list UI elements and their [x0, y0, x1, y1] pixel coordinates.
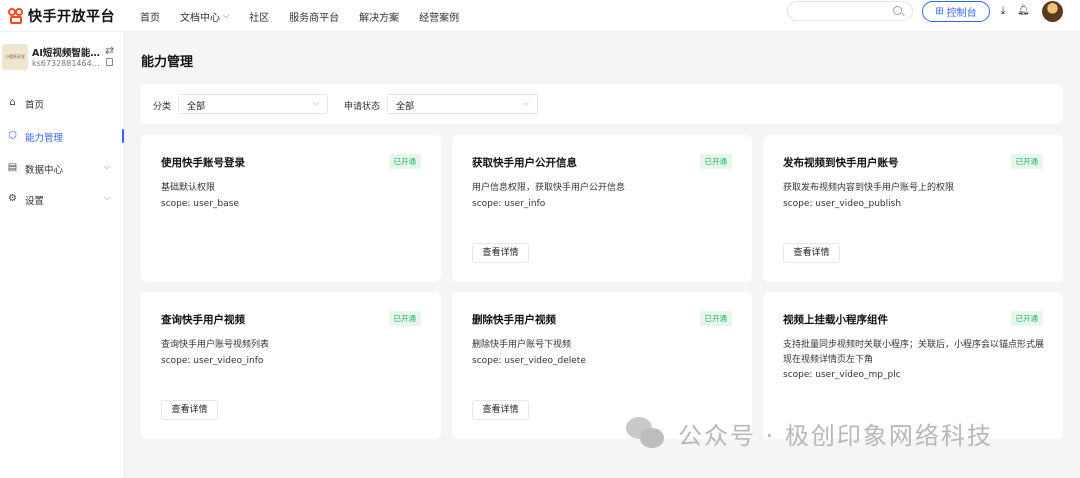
view-details-button[interactable]: 查看详情 — [161, 400, 218, 420]
nav-item-provider[interactable]: 服务商平台 — [289, 9, 339, 24]
swap-icon[interactable]: ⇄ — [105, 44, 114, 57]
sidebar-item-home[interactable]: ⌂ 首页 — [0, 92, 125, 114]
nav-item-docs[interactable]: 文档中心 ⌵ — [180, 9, 229, 24]
view-details-button[interactable]: 查看详情 — [472, 400, 529, 420]
card-description: 用户信息权限，获取快手用户公开信息 — [472, 183, 626, 193]
status-badge: 已开通 — [1010, 311, 1043, 326]
kuaishou-logo-icon — [8, 8, 24, 24]
page-title: 能力管理 — [141, 55, 194, 70]
app-thumbnail: 小程序开发 — [2, 44, 28, 70]
filter-bar: 分类 全部 ⌵ 申请状态 全部 ⌵ — [141, 84, 1063, 124]
home-icon: ⌂ — [9, 97, 16, 108]
capability-card: 查询快手用户视频 已开通 查询快手用户账号视频列表 scope: user_vi… — [141, 292, 441, 439]
nav-item-community[interactable]: 社区 — [249, 9, 269, 24]
card-description: 基础默认权限 — [161, 183, 216, 193]
category-label: 分类 — [153, 102, 172, 112]
chevron-down-icon: ⌵ — [104, 193, 111, 202]
grid-icon: ⊞ — [935, 6, 944, 17]
category-select[interactable]: 全部 ⌵ — [178, 94, 328, 114]
capability-card: 使用快手账号登录 已开通 基础默认权限 scope: user_base — [141, 135, 441, 282]
sidebar-item-data-center[interactable]: ▤ 数据中心 ⌵ — [0, 157, 125, 179]
nav-item-home[interactable]: 首页 — [140, 9, 160, 24]
sidebar-item-capability[interactable]: ⬡ 能力管理 — [0, 125, 125, 147]
logo-text: 快手开放平台 — [28, 9, 115, 25]
card-title: 使用快手账号登录 — [161, 157, 245, 169]
nav-item-solutions[interactable]: 解决方案 — [359, 9, 399, 24]
watermark: 公众号 · 极创印象网络科技 — [626, 416, 993, 451]
status-label: 申请状态 — [344, 102, 381, 112]
status-badge: 已开通 — [699, 154, 732, 169]
card-description: 查询快手用户账号视频列表 — [161, 340, 270, 350]
app-id: ks6732881464599… — [32, 59, 104, 68]
view-details-button[interactable]: 查看详情 — [783, 243, 840, 263]
avatar[interactable] — [1042, 1, 1063, 22]
chevron-down-icon: ⌵ — [223, 11, 230, 20]
console-button[interactable]: ⊞ 控制台 — [922, 1, 990, 22]
view-details-button[interactable]: 查看详情 — [472, 243, 529, 263]
wechat-icon — [626, 416, 668, 451]
nav-item-cases[interactable]: 经营案例 — [419, 9, 459, 24]
sidebar: 小程序开发 AI短视频智能… ks6732881464599… ⇄ ⌂ 首页 ⬡… — [0, 32, 125, 478]
card-title: 查询快手用户视频 — [161, 314, 245, 326]
card-scope: scope: user_base — [161, 199, 239, 209]
main-nav: 首页 文档中心 ⌵ 社区 服务商平台 解决方案 经营案例 — [140, 0, 479, 32]
search-input[interactable] — [787, 1, 913, 21]
card-description: 获取发布视频内容到快手用户账号上的权限 — [783, 183, 955, 193]
gear-icon: ⚙ — [8, 193, 17, 204]
top-navbar: 快手开放平台 首页 文档中心 ⌵ 社区 服务商平台 解决方案 经营案例 ⊞ 控制台… — [0, 0, 1080, 32]
card-title: 发布视频到快手用户账号 — [783, 157, 899, 169]
chevron-down-icon: ⌵ — [104, 162, 111, 171]
capability-card: 发布视频到快手用户账号 已开通 获取发布视频内容到快手用户账号上的权限 scop… — [763, 135, 1063, 282]
chevron-down-icon: ⌵ — [522, 98, 529, 107]
card-scope: scope: user_info — [472, 199, 546, 209]
status-badge: 已开通 — [388, 311, 421, 326]
status-select[interactable]: 全部 ⌵ — [387, 94, 538, 114]
status-badge: 已开通 — [388, 154, 421, 169]
app-name: AI短视频智能… — [32, 48, 100, 59]
download-icon[interactable]: ⤓ — [998, 5, 1008, 17]
bell-icon[interactable]: 🔔︎ — [1017, 5, 1030, 17]
chevron-down-icon: ⌵ — [312, 98, 319, 107]
copy-icon[interactable] — [106, 58, 113, 66]
card-description: 支持批量同步视频时关联小程序；关联后，小程序会以锚点形式展现在视频详情页左下角 — [783, 340, 1045, 365]
card-title: 获取快手用户公开信息 — [472, 157, 577, 169]
card-description: 删除快手用户账号下视频 — [472, 340, 572, 350]
status-badge: 已开通 — [699, 311, 732, 326]
kuaishou-logo[interactable]: 快手开放平台 — [8, 6, 115, 26]
card-scope: scope: user_video_mp_plc — [783, 370, 901, 380]
watermark-text: 公众号 · 极创印象网络科技 — [678, 422, 993, 450]
card-title: 删除快手用户视频 — [472, 314, 556, 326]
card-scope: scope: user_video_delete — [472, 356, 586, 366]
card-scope: scope: user_video_publish — [783, 199, 902, 209]
status-badge: 已开通 — [1010, 154, 1043, 169]
search-icon[interactable] — [893, 6, 902, 15]
app-switcher[interactable]: 小程序开发 AI短视频智能… ks6732881464599… ⇄ — [2, 44, 122, 74]
sidebar-item-settings[interactable]: ⚙ 设置 ⌵ — [0, 188, 125, 210]
cube-icon: ⬡ — [8, 130, 17, 141]
card-scope: scope: user_video_info — [161, 356, 264, 366]
capability-card: 获取快手用户公开信息 已开通 用户信息权限，获取快手用户公开信息 scope: … — [452, 135, 752, 282]
card-title: 视频上挂载小程序组件 — [783, 314, 888, 326]
chart-icon: ▤ — [7, 162, 18, 173]
